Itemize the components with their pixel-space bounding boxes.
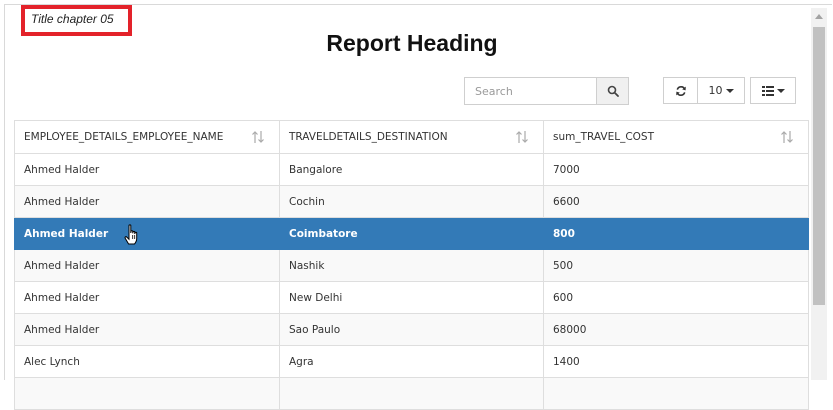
sort-icon[interactable] xyxy=(780,130,794,144)
table-cell: New Delhi xyxy=(279,281,544,314)
table-header-row: EMPLOYEE_DETAILS_EMPLOYEE_NAME TRAVELDET… xyxy=(14,120,809,154)
table-cell: Agra xyxy=(279,345,544,378)
refresh-icon xyxy=(675,85,686,96)
sort-icon[interactable] xyxy=(515,130,529,144)
table-cell: Ahmed Halder xyxy=(14,313,280,346)
table-cell: Cochin xyxy=(279,185,544,218)
table-toolbar: 10 xyxy=(663,77,796,104)
search-group xyxy=(464,77,629,105)
column-header-label: sum_TRAVEL_COST xyxy=(553,131,654,143)
table-cell: Bangalore xyxy=(279,153,544,186)
table-cell: Sao Paulo xyxy=(279,313,544,346)
table-row[interactable]: Ahmed Halder Bangalore 7000 xyxy=(14,153,809,186)
table-cell: Ahmed Halder xyxy=(14,153,280,186)
hand-cursor-icon xyxy=(124,224,138,245)
refresh-button[interactable] xyxy=(663,77,698,104)
scroll-up-arrow-icon[interactable] xyxy=(815,14,823,19)
sort-icon[interactable] xyxy=(251,130,265,144)
search-button[interactable] xyxy=(596,78,628,104)
table-row[interactable]: Ahmed Halder Cochin 6600 xyxy=(14,185,809,218)
table-cell xyxy=(279,377,544,410)
table-row[interactable]: Ahmed Halder New Delhi 600 xyxy=(14,281,809,314)
list-icon xyxy=(761,85,774,96)
table-cell: 68000 xyxy=(543,313,809,346)
columns-dropdown[interactable] xyxy=(750,77,796,104)
table-cell: 7000 xyxy=(543,153,809,186)
table-row[interactable]: Ahmed Halder Sao Paulo 68000 xyxy=(14,313,809,346)
table-cell: 1400 xyxy=(543,345,809,378)
table-cell: Ahmed Halder xyxy=(14,249,280,282)
table-cell: 800 xyxy=(543,217,809,250)
vertical-scrollbar[interactable] xyxy=(811,8,827,380)
search-icon xyxy=(607,85,619,97)
scrollbar-thumb[interactable] xyxy=(813,27,825,305)
table-row[interactable] xyxy=(14,377,809,410)
chevron-down-icon xyxy=(725,88,734,93)
table-row[interactable]: Alec Lynch Agra 1400 xyxy=(14,345,809,378)
chevron-down-icon xyxy=(776,88,785,93)
table-cell: Ahmed Halder xyxy=(14,281,280,314)
table-cell: 600 xyxy=(543,281,809,314)
table-cell xyxy=(14,377,280,410)
column-header-label: TRAVELDETAILS_DESTINATION xyxy=(289,131,448,143)
table-cell: Alec Lynch xyxy=(14,345,280,378)
table-cell: Ahmed Halder xyxy=(14,217,280,250)
table-row[interactable]: Ahmed Halder Nashik 500 xyxy=(14,249,809,282)
table-cell: Coimbatore xyxy=(279,217,544,250)
table-cell: Ahmed Halder xyxy=(14,185,280,218)
page-size-dropdown[interactable]: 10 xyxy=(697,77,745,104)
table-cell: 6600 xyxy=(543,185,809,218)
page-size-value: 10 xyxy=(708,84,723,97)
column-header-label: EMPLOYEE_DETAILS_EMPLOYEE_NAME xyxy=(24,131,224,143)
search-input[interactable] xyxy=(465,78,596,104)
column-header[interactable]: TRAVELDETAILS_DESTINATION xyxy=(279,120,544,154)
column-header[interactable]: EMPLOYEE_DETAILS_EMPLOYEE_NAME xyxy=(14,120,280,154)
table-cell: Nashik xyxy=(279,249,544,282)
report-table: EMPLOYEE_DETAILS_EMPLOYEE_NAME TRAVELDET… xyxy=(14,120,809,410)
column-header[interactable]: sum_TRAVEL_COST xyxy=(543,120,809,154)
table-cell: 500 xyxy=(543,249,809,282)
table-cell xyxy=(543,377,809,410)
report-heading: Report Heading xyxy=(326,30,498,56)
